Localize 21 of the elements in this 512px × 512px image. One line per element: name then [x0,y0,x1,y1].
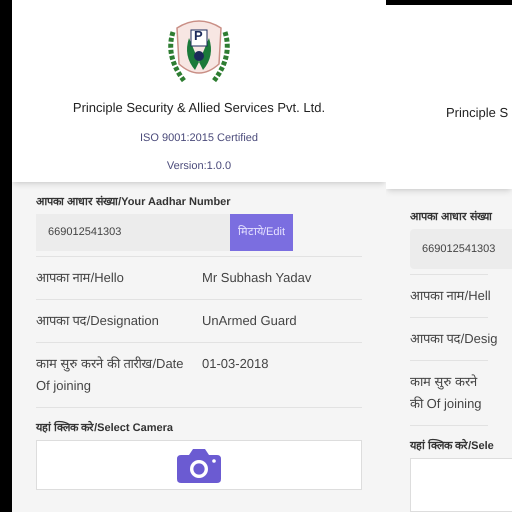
field-label: यहां क्लिक करे/Select Camera [36,420,174,436]
info-label: आपका नाम/Hell [410,287,491,305]
certification-text: ISO 9001:2015 Certified [140,130,258,146]
info-value: 01-03-2018 [202,355,268,373]
camera-select-box[interactable] [36,440,362,490]
field-label: आपका आधार संख्या [410,210,494,225]
info-value: UnArmed Guard [202,312,297,330]
field-label: यहां क्लिक करे/Sele [410,438,495,454]
info-label: आपका नाम/Hello [36,269,125,287]
aadhar-field[interactable]: 669012541303 [36,214,230,251]
info-label: काम सुरु करने की तारीख/Date Of joining [36,355,185,395]
field-label: आपका आधार संख्या/Your Aadhar Number [36,194,232,210]
company-name: Principle S [446,104,510,122]
logo-letter: P [194,29,203,42]
company-name: Principle Security & Allied Services Pvt. Ltd. [72,99,326,117]
version-text: Version:1.0.0 [166,159,232,174]
info-label: काम सुरु करने की Of joining [410,373,483,413]
info-label: आपका पद/Desig [410,330,498,348]
info-value: Mr Subhash Yadav [202,269,312,287]
info-label: आपका पद/Designation [36,312,160,330]
aadhar-field[interactable]: 669012541303 [410,229,512,269]
